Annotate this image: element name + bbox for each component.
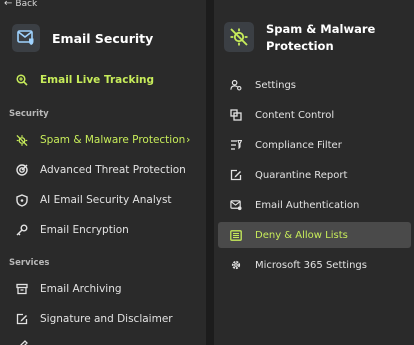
report-icon: [230, 169, 242, 181]
menu-item-compliance-filter[interactable]: Compliance Filter: [218, 132, 411, 158]
archive-icon: [16, 283, 28, 295]
submenu-panel: Spam & Malware Protection Settings Conte…: [214, 0, 414, 345]
sidebar-item-label: Advanced Threat Protection: [40, 164, 186, 176]
menu-item-label: Email Authentication: [255, 199, 360, 211]
key-icon: [16, 224, 28, 236]
back-label: Back: [15, 0, 38, 9]
menu-item-label: Content Control: [255, 109, 335, 121]
signature-icon: [16, 313, 28, 325]
menu-item-label: Settings: [255, 79, 297, 91]
content-icon: [230, 109, 242, 121]
submenu-header: Spam & Malware Protection: [224, 22, 375, 55]
gear-icon: [230, 259, 242, 271]
pen-icon: [16, 340, 28, 345]
email-check-icon: [230, 199, 242, 211]
email-live-tracking-label: Email Live Tracking: [40, 74, 155, 86]
submenu-title: Spam & Malware Protection: [266, 21, 375, 55]
menu-item-microsoft-365-settings[interactable]: Microsoft 365 Settings: [218, 252, 411, 278]
menu-item-label: Deny & Allow Lists: [255, 229, 348, 241]
list-icon: [230, 229, 242, 241]
shield-icon: [16, 193, 28, 207]
target-icon: [16, 164, 28, 176]
sidebar-item-label: AI Email Security Analyst: [40, 194, 172, 206]
sidebar-item-spam-malware-protection[interactable]: Spam & Malware Protection ›: [0, 125, 206, 155]
sidebar-item-advanced-threat-protection[interactable]: Advanced Threat Protection: [0, 155, 206, 185]
sidebar-item-label: Email Archiving: [40, 283, 122, 295]
submenu-title-line-1: Spam & Malware: [266, 22, 376, 36]
menu-item-content-control[interactable]: Content Control: [218, 102, 411, 128]
email-live-tracking-link[interactable]: Email Live Tracking: [0, 65, 206, 95]
sidebar-item-ai-email-security-analyst[interactable]: AI Email Security Analyst: [0, 185, 206, 215]
user-gear-icon: [230, 79, 242, 91]
filter-icon: [230, 139, 242, 151]
menu-item-email-authentication[interactable]: Email Authentication: [218, 192, 411, 218]
menu-item-quarantine-report[interactable]: Quarantine Report: [218, 162, 411, 188]
sidebar-item-label: Email Encryption: [40, 224, 129, 236]
menu-item-label: Microsoft 365 Settings: [255, 259, 367, 271]
chevron-right-icon: ›: [186, 133, 191, 146]
sidebar-item-label: Signature and Disclaimer: [40, 313, 173, 325]
virus-slash-icon: [224, 22, 254, 52]
arrow-left-icon: ←: [4, 0, 13, 9]
sidebar-item-label: Spam & Malware Protection: [40, 134, 186, 146]
section-heading-security: Security: [9, 109, 49, 119]
email-security-icon: [12, 24, 40, 52]
primary-nav-panel: ← Back Email Security Email Live Trackin…: [0, 0, 206, 345]
menu-item-settings[interactable]: Settings: [218, 72, 411, 98]
sidebar-item-email-archiving[interactable]: Email Archiving: [0, 274, 206, 304]
section-heading-services: Services: [9, 258, 50, 268]
app-title: Email Security: [52, 30, 154, 46]
menu-item-deny-allow-lists[interactable]: Deny & Allow Lists: [218, 222, 411, 248]
sidebar-item-partial[interactable]: [0, 331, 206, 345]
search-plus-icon: [16, 74, 28, 86]
app-header: Email Security: [12, 24, 153, 52]
menu-item-label: Quarantine Report: [255, 169, 348, 181]
back-link[interactable]: ← Back: [4, 0, 37, 9]
panel-divider: [206, 0, 214, 345]
virus-slash-icon: [16, 134, 28, 146]
submenu-title-line-2: Protection: [266, 39, 334, 53]
sidebar-item-signature-and-disclaimer[interactable]: Signature and Disclaimer: [0, 304, 206, 334]
menu-item-label: Compliance Filter: [255, 139, 342, 151]
sidebar-item-email-encryption[interactable]: Email Encryption: [0, 215, 206, 245]
